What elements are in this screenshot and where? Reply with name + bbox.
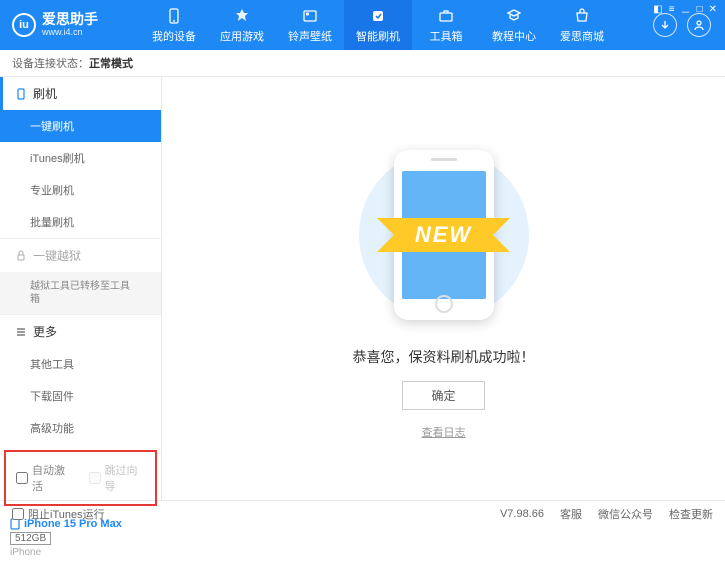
window-controls: ◧ ≡ － □ ✕ bbox=[653, 4, 717, 19]
storage-badge: 512GB bbox=[10, 532, 51, 545]
cb-label: 阻止iTunes运行 bbox=[28, 506, 105, 522]
sidebar: 刷机 一键刷机 iTunes刷机 专业刷机 批量刷机 一键越狱 越狱工具已转移至… bbox=[0, 77, 162, 500]
toolbox-icon bbox=[437, 7, 455, 25]
flash-icon bbox=[369, 7, 387, 25]
sidebar-group-jailbreak: 一键越狱 bbox=[0, 239, 161, 272]
nav-flash[interactable]: 智能刷机 bbox=[344, 0, 412, 50]
footer-link-update[interactable]: 检查更新 bbox=[669, 506, 713, 522]
nav-label: 爱思商城 bbox=[560, 28, 604, 44]
device-icon bbox=[165, 7, 183, 25]
nav-label: 工具箱 bbox=[430, 28, 463, 44]
nav-apps[interactable]: 应用游戏 bbox=[208, 0, 276, 50]
sidebar-group-more[interactable]: 更多 bbox=[0, 315, 161, 348]
sidebar-item-batch[interactable]: 批量刷机 bbox=[0, 206, 161, 238]
cb-label: 自动激活 bbox=[32, 462, 73, 494]
menu-icon[interactable]: ≡ bbox=[669, 4, 675, 19]
wallpaper-icon bbox=[301, 7, 319, 25]
ok-button[interactable]: 确定 bbox=[402, 381, 484, 410]
auto-activate-checkbox[interactable]: 自动激活 bbox=[16, 462, 73, 494]
nav-my-device[interactable]: 我的设备 bbox=[140, 0, 208, 50]
status-bar: 设备连接状态： 正常模式 bbox=[0, 50, 725, 77]
apps-icon bbox=[233, 7, 251, 25]
sidebar-jailbreak-note: 越狱工具已转移至工具箱 bbox=[0, 272, 161, 314]
tutorial-icon bbox=[505, 7, 523, 25]
view-log-link[interactable]: 查看日志 bbox=[422, 424, 466, 440]
lock-icon bbox=[15, 250, 27, 262]
footer-link-support[interactable]: 客服 bbox=[560, 506, 582, 522]
footer-link-wechat[interactable]: 微信公众号 bbox=[598, 506, 653, 522]
store-icon bbox=[573, 7, 591, 25]
sidebar-item-pro[interactable]: 专业刷机 bbox=[0, 174, 161, 206]
content-area: NEW 恭喜您，保资料刷机成功啦！ 确定 查看日志 bbox=[162, 77, 725, 500]
sidebar-item-other[interactable]: 其他工具 bbox=[0, 348, 161, 380]
nav-label: 应用游戏 bbox=[220, 28, 264, 44]
group-label: 一键越狱 bbox=[33, 247, 81, 264]
phone-illustration: NEW bbox=[334, 137, 554, 333]
logo-icon: iu bbox=[12, 13, 36, 37]
options-row: 自动激活 跳过向导 bbox=[4, 450, 157, 506]
top-nav: 我的设备 应用游戏 铃声壁纸 智能刷机 工具箱 教程中心 爱思商城 bbox=[140, 0, 639, 50]
nav-label: 教程中心 bbox=[492, 28, 536, 44]
group-label: 刷机 bbox=[33, 85, 57, 102]
sidebar-group-flash[interactable]: 刷机 bbox=[0, 77, 161, 110]
phone-icon bbox=[15, 88, 27, 100]
group-label: 更多 bbox=[33, 323, 57, 340]
block-itunes-checkbox[interactable]: 阻止iTunes运行 bbox=[12, 506, 105, 522]
sidebar-item-itunes[interactable]: iTunes刷机 bbox=[0, 142, 161, 174]
sidebar-item-oneclick[interactable]: 一键刷机 bbox=[0, 110, 161, 142]
app-url: www.i4.cn bbox=[42, 28, 98, 38]
theme-icon[interactable]: ◧ bbox=[653, 4, 662, 19]
status-label: 设备连接状态： bbox=[12, 55, 89, 71]
logo-area: iu 爱思助手 www.i4.cn bbox=[0, 12, 140, 37]
version-label: V7.98.66 bbox=[500, 508, 544, 520]
nav-tutorials[interactable]: 教程中心 bbox=[480, 0, 548, 50]
skip-guide-checkbox[interactable]: 跳过向导 bbox=[89, 462, 146, 494]
cb-label: 跳过向导 bbox=[105, 462, 146, 494]
sidebar-item-advanced[interactable]: 高级功能 bbox=[0, 412, 161, 444]
nav-label: 智能刷机 bbox=[356, 28, 400, 44]
nav-store[interactable]: 爱思商城 bbox=[548, 0, 616, 50]
app-name: 爱思助手 bbox=[42, 12, 98, 27]
device-type: iPhone bbox=[10, 547, 151, 558]
maximize-icon[interactable]: □ bbox=[697, 4, 703, 19]
status-value: 正常模式 bbox=[89, 55, 133, 71]
header: iu 爱思助手 www.i4.cn 我的设备 应用游戏 铃声壁纸 智能刷机 工具… bbox=[0, 0, 725, 50]
sidebar-item-download[interactable]: 下载固件 bbox=[0, 380, 161, 412]
menu-icon bbox=[15, 326, 27, 338]
success-message: 恭喜您，保资料刷机成功啦！ bbox=[353, 347, 535, 367]
new-banner: NEW bbox=[397, 218, 490, 252]
nav-label: 我的设备 bbox=[152, 28, 196, 44]
nav-ringtones[interactable]: 铃声壁纸 bbox=[276, 0, 344, 50]
nav-toolbox[interactable]: 工具箱 bbox=[412, 0, 480, 50]
close-icon[interactable]: ✕ bbox=[709, 4, 717, 19]
minimize-icon[interactable]: － bbox=[681, 4, 691, 19]
nav-label: 铃声壁纸 bbox=[288, 28, 332, 44]
